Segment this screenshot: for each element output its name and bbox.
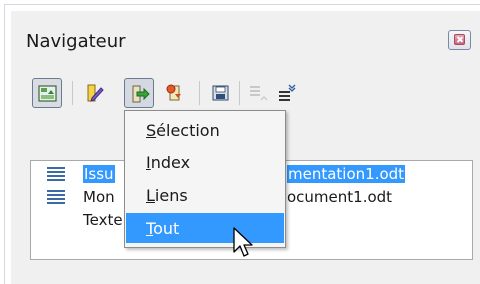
menu-item-label: Tout: [146, 219, 180, 238]
navigation-arrow-icon: [132, 85, 150, 103]
toolbar-separator: [72, 81, 73, 105]
menu-item-label: Index: [146, 153, 191, 172]
close-icon: [454, 34, 465, 45]
save-button[interactable]: [206, 78, 236, 108]
toolbar-separator: [199, 81, 200, 105]
menu-item-liens[interactable]: Liens: [126, 180, 284, 210]
toggle-navigator-button[interactable]: [32, 78, 62, 108]
navigation-button[interactable]: [124, 78, 154, 108]
promote-level-icon: [250, 86, 268, 101]
tree-row-label: Texte: [83, 211, 123, 229]
save-document-icon: [212, 85, 229, 101]
demote-button[interactable]: [272, 78, 302, 108]
promote-button[interactable]: [243, 78, 273, 108]
menu-item-label: Sélection: [146, 121, 220, 140]
tree-row-label: Issu: [83, 165, 115, 183]
insert-document-icon: [166, 84, 181, 101]
tree-row-filename: ocument1.odt: [287, 188, 393, 206]
heading-list-icon: [47, 167, 65, 183]
menu-item-label: Liens: [146, 186, 188, 205]
edit-pencil-icon: [87, 84, 104, 102]
menu-item-index[interactable]: Index: [126, 147, 284, 177]
mouse-pointer-icon: [233, 227, 253, 257]
tree-row-label: Mon: [83, 188, 115, 206]
panel-title: Navigateur: [26, 31, 126, 52]
edit-button[interactable]: [80, 78, 110, 108]
navigator-toggle-icon: [38, 85, 57, 102]
close-button[interactable]: [448, 30, 471, 50]
heading-list-icon: [47, 190, 65, 206]
toolbar-separator: [239, 81, 240, 105]
menu-item-selection[interactable]: Sélection: [126, 115, 284, 145]
insert-button[interactable]: [160, 78, 190, 108]
navigator-window: Navigateur Issu mentation1.odt Mon ocume…: [0, 0, 480, 284]
demote-level-icon: [279, 84, 296, 101]
tree-row-filename: mentation1.odt: [287, 165, 406, 183]
